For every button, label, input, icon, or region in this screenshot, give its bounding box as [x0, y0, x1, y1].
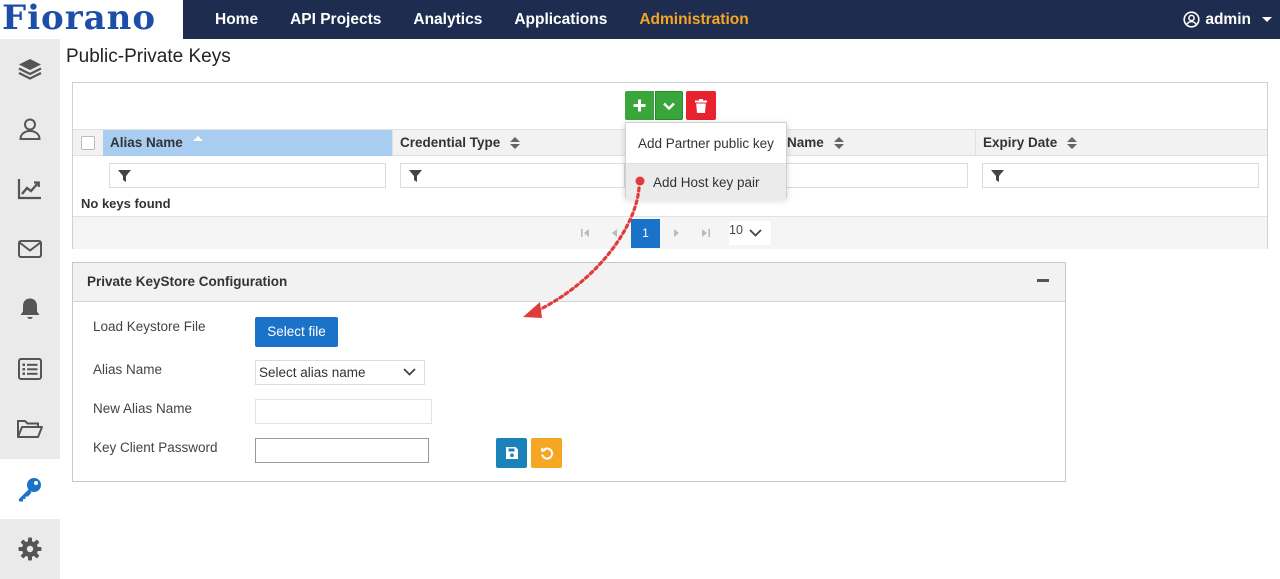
sort-icon	[1067, 137, 1078, 150]
caret-down-icon	[1262, 17, 1272, 22]
select-file-button[interactable]: Select file	[255, 317, 338, 347]
chart-icon	[17, 179, 41, 200]
panel-title: Private KeyStore Configuration	[87, 274, 288, 289]
filter-icon	[991, 169, 1004, 182]
sidebar	[0, 39, 60, 579]
nav-api-projects[interactable]: API Projects	[274, 0, 397, 39]
prev-page-icon[interactable]	[608, 226, 622, 240]
column-alias-name[interactable]: Alias Name	[103, 130, 393, 156]
private-keystore-panel: Private KeyStore Configuration Load Keys…	[72, 262, 1066, 482]
page-size-select[interactable]: 10	[729, 221, 771, 245]
alias-name-label: Alias Name	[93, 362, 163, 377]
next-page-icon[interactable]	[669, 226, 683, 240]
alias-name-select[interactable]: Select alias name	[255, 360, 425, 385]
column-label: Expiry Date	[983, 135, 1058, 150]
sidebar-item-logs[interactable]	[0, 339, 60, 399]
sidebar-item-mail[interactable]	[0, 219, 60, 279]
filter-credential-type[interactable]	[400, 163, 625, 188]
pager: 1 10	[73, 217, 1267, 249]
logo-text: Fiorano	[2, 0, 157, 38]
collapse-icon[interactable]	[1037, 279, 1049, 282]
trash-icon	[695, 98, 707, 113]
sidebar-item-layers[interactable]	[0, 39, 60, 99]
save-icon	[505, 447, 518, 459]
page-title: Public-Private Keys	[66, 46, 231, 67]
user-menu[interactable]: admin	[1183, 0, 1272, 39]
new-alias-name-input[interactable]	[255, 399, 432, 424]
mail-icon	[18, 240, 42, 258]
folder-icon	[17, 420, 43, 438]
nav-home[interactable]: Home	[199, 0, 274, 39]
sidebar-item-settings[interactable]	[0, 519, 60, 579]
user-circle-icon	[1183, 11, 1200, 28]
filter-icon	[409, 169, 422, 182]
alias-name-selected: Select alias name	[259, 365, 366, 380]
save-button[interactable]	[496, 438, 527, 468]
new-alias-name-label: New Alias Name	[93, 401, 193, 416]
chevron-down-icon	[749, 229, 762, 237]
select-all-cell	[73, 130, 103, 156]
sidebar-item-users[interactable]	[0, 99, 60, 159]
gear-icon	[18, 537, 42, 561]
reset-button[interactable]	[531, 438, 562, 468]
list-icon	[18, 358, 42, 380]
menu-item-add-host-key-pair[interactable]: Add Host key pair	[626, 163, 786, 200]
add-key-button[interactable]	[625, 91, 654, 120]
add-options-dropdown-button[interactable]	[655, 91, 683, 120]
add-options-menu: Add Partner public key Add Host key pair	[625, 122, 787, 200]
bell-icon	[20, 298, 40, 320]
column-label: Credential Type	[400, 135, 501, 150]
load-keystore-label: Load Keystore File	[93, 319, 206, 334]
chevron-down-icon	[403, 368, 416, 376]
page-1-button[interactable]: 1	[631, 219, 660, 248]
column-expiry-date[interactable]: Expiry Date	[976, 130, 1268, 156]
fiorano-logo[interactable]: Fiorano	[0, 0, 183, 39]
sort-asc-icon	[192, 136, 203, 142]
plus-icon	[633, 99, 646, 112]
sidebar-item-keys[interactable]	[0, 459, 60, 519]
nav-analytics[interactable]: Analytics	[397, 0, 498, 39]
menu-item-add-partner-public-key[interactable]: Add Partner public key	[626, 125, 786, 162]
top-navbar: Fiorano Home API Projects Analytics Appl…	[0, 0, 1280, 39]
column-label: Name	[787, 135, 824, 150]
filter-expiry-date[interactable]	[982, 163, 1259, 188]
page-size-value: 10	[729, 223, 743, 237]
delete-key-button[interactable]	[686, 91, 716, 120]
key-icon	[19, 478, 41, 502]
main-nav: Home API Projects Analytics Applications…	[199, 0, 765, 39]
select-all-checkbox[interactable]	[81, 136, 95, 150]
sort-icon	[833, 137, 844, 150]
sidebar-item-alerts[interactable]	[0, 279, 60, 339]
key-client-password-label: Key Client Password	[93, 440, 218, 455]
chevron-down-icon	[663, 102, 675, 110]
sidebar-item-files[interactable]	[0, 399, 60, 459]
filter-alias-name[interactable]	[109, 163, 386, 188]
layers-icon	[18, 59, 42, 80]
undo-icon	[540, 447, 553, 460]
user-icon	[19, 118, 41, 140]
last-page-icon[interactable]	[699, 226, 713, 240]
panel-header: Private KeyStore Configuration	[73, 263, 1065, 302]
user-name: admin	[1205, 10, 1251, 28]
sidebar-item-analytics[interactable]	[0, 159, 60, 219]
nav-administration[interactable]: Administration	[623, 0, 764, 39]
filter-icon	[118, 169, 131, 182]
nav-applications[interactable]: Applications	[498, 0, 623, 39]
column-label: Alias Name	[110, 135, 183, 150]
sort-icon	[510, 137, 521, 150]
filter-name[interactable]	[785, 163, 968, 188]
first-page-icon[interactable]	[578, 226, 592, 240]
key-client-password-input[interactable]	[255, 438, 429, 463]
